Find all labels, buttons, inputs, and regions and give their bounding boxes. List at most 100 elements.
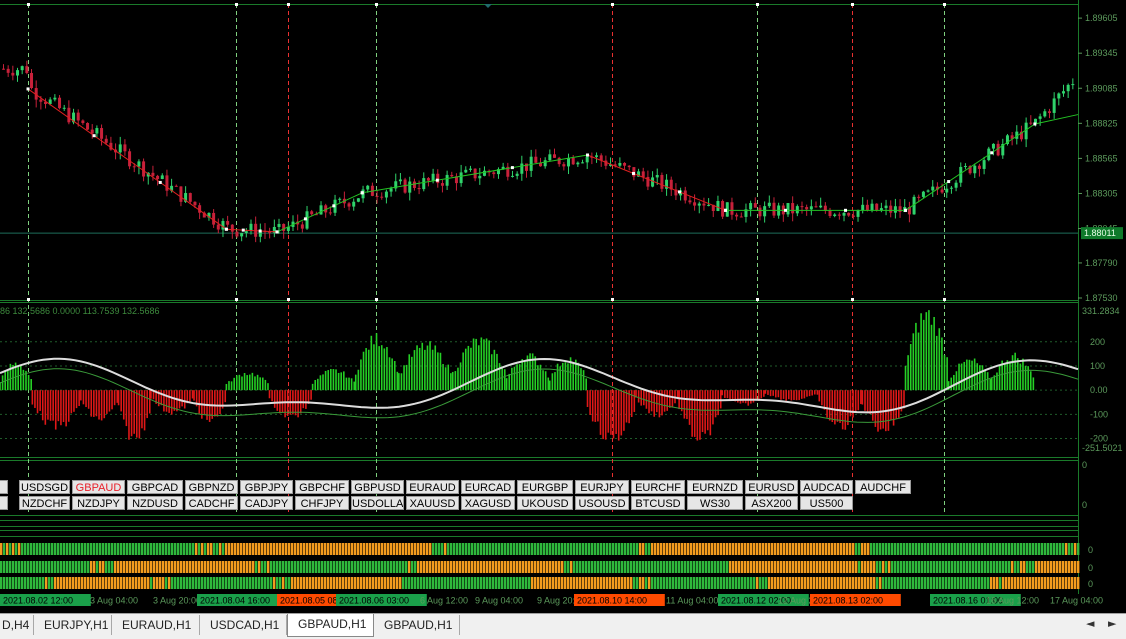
symbol-button-xauusd[interactable]: XAUUSD (406, 496, 459, 510)
heat-cell (708, 543, 711, 555)
heat-cell (870, 561, 873, 573)
symbol-button-usdsgd[interactable]: USDSGD (19, 480, 70, 494)
heat-cell (357, 577, 360, 589)
candle-body (492, 172, 496, 175)
heat-cell (399, 561, 402, 573)
heat-cell (855, 577, 858, 589)
heat-cell (1023, 577, 1026, 589)
symbol-button-eurnzd[interactable]: EURNZD (687, 480, 743, 494)
heat-cell (516, 561, 519, 573)
symbol-button-gbpjpy[interactable]: GBPJPY (240, 480, 293, 494)
heat-cell (369, 577, 372, 589)
candle-body (576, 162, 580, 165)
symbol-button-cadchf[interactable]: CADCHF (185, 496, 238, 510)
symbol-button-nzdjpy[interactable]: NZDJPY (72, 496, 125, 510)
symbol-button-audcad[interactable]: AUDCAD (800, 480, 853, 494)
zigzag-dot (158, 180, 162, 184)
scroll-tabs-right-icon[interactable]: ► (1108, 617, 1116, 630)
candle-body (917, 196, 921, 198)
candle-body (478, 175, 482, 179)
chart-tab[interactable]: GBPAUD,H1 (287, 614, 374, 637)
symbol-button-asx200[interactable]: ASX200 (745, 496, 798, 510)
heat-cell (411, 561, 414, 573)
symbol-button-usousd[interactable]: USOUSD (575, 496, 629, 510)
heat-cell (495, 543, 498, 555)
heat-cell (849, 543, 852, 555)
symbol-button-usdollar[interactable]: USDOLLAR (351, 496, 404, 510)
heat-cell (417, 543, 420, 555)
heat-cell (336, 561, 339, 573)
symbol-button-eurusd[interactable]: EURUSD (745, 480, 798, 494)
heat-cell (45, 577, 48, 589)
heat-cell (1071, 577, 1074, 589)
symbol-button-nzdchf[interactable]: NZDCHF (19, 496, 70, 510)
symbol-button-gbpchf[interactable]: GBPCHF (295, 480, 349, 494)
heat-cell (105, 577, 108, 589)
symbol-button-ukousd[interactable]: UKOUSD (517, 496, 573, 510)
candle-body (338, 198, 342, 200)
symbol-button-euraud[interactable]: EURAUD (406, 480, 459, 494)
heat-cell (399, 577, 402, 589)
heat-cell (1056, 577, 1059, 589)
heat-cell (408, 543, 411, 555)
symbol-button-eurcad[interactable]: EURCAD (461, 480, 515, 494)
heat-cell (15, 543, 18, 555)
chart-tab[interactable]: USDCAD,H1 (200, 615, 287, 635)
heat-cell (252, 561, 255, 573)
heat-cell (225, 543, 228, 555)
heat-cell (528, 577, 531, 589)
symbol-button-eurgbp[interactable]: EURGBP (517, 480, 573, 494)
heat-cell (600, 543, 603, 555)
chart-tab[interactable]: GBPAUD,H1 (374, 615, 460, 635)
heat-cell (564, 561, 567, 573)
symbol-button-xagusd[interactable]: XAGUSD (461, 496, 515, 510)
symbol-button-chfjpy[interactable]: CHFJPY (295, 496, 349, 510)
scroll-tabs-left-icon[interactable]: ◄ (1086, 617, 1094, 630)
symbol-button-btcusd[interactable]: BTCUSD (631, 496, 685, 510)
symbol-button-gbpnzd[interactable]: GBPNZD (185, 480, 238, 494)
heat-cell (402, 577, 405, 589)
chart-tab[interactable]: EURJPY,H1 (34, 615, 112, 635)
heat-cell (954, 577, 957, 589)
subwindow-zero-label: 0 (1082, 500, 1087, 510)
symbol-button-gbpcad[interactable]: GBPCAD (127, 480, 183, 494)
symbol-button-eurjpy[interactable]: EURJPY (575, 480, 629, 494)
symbol-button-ws30[interactable]: WS30 (687, 496, 743, 510)
heat-cell (222, 543, 225, 555)
heat-cell (81, 561, 84, 573)
symbol-button-us500[interactable]: US500 (800, 496, 853, 510)
heat-cell (768, 561, 771, 573)
symbol-button-eurchf[interactable]: EURCHF (631, 480, 685, 494)
heat-cell (681, 577, 684, 589)
heat-cell (423, 577, 426, 589)
heat-cell (54, 561, 57, 573)
candle-body (412, 181, 416, 188)
symbol-button-gbpusd[interactable]: GBPUSD (351, 480, 404, 494)
symbol-button-cadjpy[interactable]: CADJPY (240, 496, 293, 510)
symbol-button-audchf[interactable]: AUDCHF (855, 480, 911, 494)
heat-cell (525, 543, 528, 555)
heat-cell (534, 577, 537, 589)
symbol-button-nzdusd[interactable]: NZDUSD (127, 496, 183, 510)
heat-cell (348, 577, 351, 589)
chart-tab[interactable]: EURAUD,H1 (112, 615, 200, 635)
heat-cell (927, 577, 930, 589)
heat-cell (1002, 577, 1005, 589)
symbol-button-y[interactable]: Y (0, 480, 8, 494)
candle-body (543, 160, 547, 167)
heat-cell (123, 577, 126, 589)
heat-cell (768, 577, 771, 589)
heat-cell (621, 543, 624, 555)
candle-body (800, 206, 804, 208)
heat-cell (948, 577, 951, 589)
heat-cell (639, 543, 642, 555)
heat-cell (546, 577, 549, 589)
heat-cell (930, 561, 933, 573)
heat-cell (219, 561, 222, 573)
symbol-button-gbpaud[interactable]: GBPAUD (72, 480, 125, 494)
chart-tab[interactable]: D,H4 (0, 615, 34, 635)
candle-body (861, 204, 865, 211)
heat-cell (900, 543, 903, 555)
price-chart[interactable]: 1.89605 1.89345 1.89085 1.88825 1.88565 1.883… (0, 0, 1126, 613)
symbol-button-d[interactable]: D (0, 496, 8, 510)
